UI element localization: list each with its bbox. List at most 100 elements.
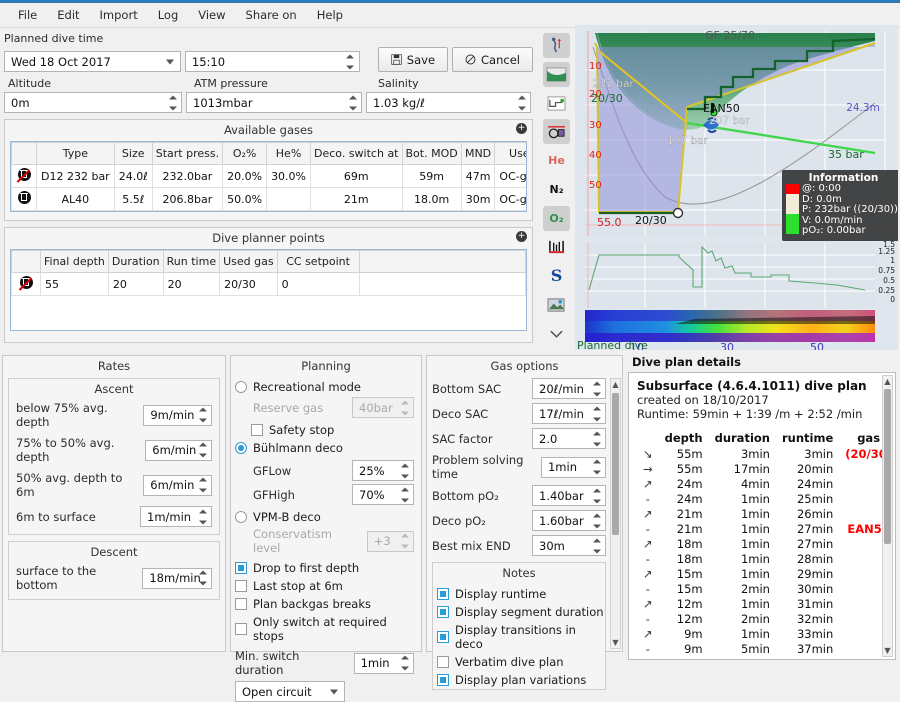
menu-item-import[interactable]: Import xyxy=(90,5,148,25)
ascent-input-3[interactable]: 1m/min xyxy=(140,506,212,527)
gas-row-remove-disabled[interactable] xyxy=(12,165,37,188)
altitude-input[interactable]: 0m xyxy=(4,92,182,113)
deco-sac-input[interactable]: 17ℓ/min xyxy=(532,403,606,424)
table-row[interactable]: AL40 5.5ℓ 206.8bar 50.0% 21m 18.0m 30m O… xyxy=(12,188,528,211)
scroll-up-icon[interactable]: ▲ xyxy=(611,379,620,390)
menu-item-file[interactable]: File xyxy=(8,5,47,25)
pp-used-gas[interactable]: 20/30 xyxy=(220,273,277,296)
gas-row-remove[interactable] xyxy=(12,188,37,211)
gas-use[interactable]: OC-gas xyxy=(495,165,527,188)
only-switch-at-stops-checkbox[interactable]: Only switch at required stops xyxy=(231,613,421,645)
gas-size[interactable]: 5.5ℓ xyxy=(114,188,152,211)
menu-item-share-on[interactable]: Share on xyxy=(236,5,307,25)
tissues-icon[interactable] xyxy=(543,235,570,260)
spinner-icon[interactable] xyxy=(591,381,602,396)
min-switch-duration-input[interactable]: 1min xyxy=(354,653,414,674)
menu-item-log[interactable]: Log xyxy=(148,5,189,25)
bottom-sac-input[interactable]: 20ℓ/min xyxy=(532,378,606,399)
ascent-input-0[interactable]: 9m/min xyxy=(143,405,212,426)
display-transitions-checkbox[interactable]: Display transitions in deco xyxy=(433,621,605,653)
gas-o2[interactable]: 20.0% xyxy=(223,165,267,188)
pp-run-time[interactable]: 20 xyxy=(163,273,219,296)
sac-factor-input[interactable]: 2.0 xyxy=(532,428,606,449)
salinity-input[interactable]: 1.03 kg/ℓ xyxy=(366,92,531,113)
verbatim-dive-plan-checkbox[interactable]: Verbatim dive plan xyxy=(433,653,605,671)
table-row[interactable]: D12 232 bar 24.0ℓ 232.0bar 20.0% 30.0% 6… xyxy=(12,165,528,188)
spinner-icon[interactable] xyxy=(167,95,178,110)
gas-he[interactable] xyxy=(267,188,311,211)
menu-item-view[interactable]: View xyxy=(188,5,235,25)
circuit-mode-combo[interactable]: Open circuit xyxy=(235,681,345,702)
atm-pressure-input[interactable]: 1013mbar xyxy=(186,92,362,113)
pp-final-depth[interactable]: 55 xyxy=(41,273,109,296)
gas-type[interactable]: D12 232 bar xyxy=(37,165,115,188)
spinner-icon[interactable] xyxy=(591,538,602,553)
spinner-icon[interactable] xyxy=(399,463,410,478)
descent-input-0[interactable]: 18m/min xyxy=(142,568,212,589)
dive-time-input[interactable]: 15:10 xyxy=(185,51,360,72)
deco-po2-input[interactable]: 1.60bar xyxy=(532,510,606,531)
o2-icon[interactable]: O₂ xyxy=(543,206,570,231)
plan-backgas-breaks-checkbox[interactable]: Plan backgas breaks xyxy=(231,595,421,613)
spinner-icon[interactable] xyxy=(591,488,602,503)
buhlmann-deco-radio[interactable]: Bühlmann deco xyxy=(231,439,421,457)
spinner-icon[interactable] xyxy=(591,513,602,528)
n2-icon[interactable]: N₂ xyxy=(543,177,570,202)
spinner-icon[interactable] xyxy=(399,487,410,502)
spinner-icon[interactable] xyxy=(591,431,602,446)
subsurface-logo-icon[interactable]: S xyxy=(543,264,570,289)
photos-icon[interactable] xyxy=(543,292,570,317)
details-scrollbar[interactable]: ▲ ▼ xyxy=(882,375,893,657)
delete-icon[interactable] xyxy=(16,191,32,207)
gas-switch[interactable]: 21m xyxy=(311,188,402,211)
dive-plan-details-box[interactable]: Subsurface (4.6.4.1011) dive plan create… xyxy=(628,372,896,660)
display-plan-variations-checkbox[interactable]: Display plan variations xyxy=(433,671,605,689)
scale-icon[interactable] xyxy=(543,33,570,58)
gflow-input[interactable]: 25% xyxy=(352,460,414,481)
gas-switch[interactable]: 69m xyxy=(311,165,402,188)
gas-density-icon[interactable] xyxy=(543,119,570,144)
save-button[interactable]: Save xyxy=(378,47,448,72)
cancel-button[interactable]: Cancel xyxy=(452,47,533,72)
pp-row-remove-disabled[interactable] xyxy=(12,273,41,296)
spinner-icon[interactable] xyxy=(591,460,602,475)
scrollbar-thumb[interactable] xyxy=(884,389,891,544)
spinner-icon[interactable] xyxy=(399,656,410,671)
scroll-down-icon[interactable]: ▼ xyxy=(611,637,620,648)
add-gas-button[interactable]: + xyxy=(516,123,527,134)
spinner-icon[interactable] xyxy=(197,443,208,458)
spinner-icon[interactable] xyxy=(516,95,527,110)
pp-duration[interactable]: 20 xyxy=(108,273,163,296)
recreational-mode-radio[interactable]: Recreational mode xyxy=(231,378,421,396)
gas-he[interactable]: 30.0% xyxy=(267,165,311,188)
table-row[interactable]: 55 20 20 20/30 0 xyxy=(12,273,526,296)
bottom-po2-input[interactable]: 1.40bar xyxy=(532,485,606,506)
spinner-icon[interactable] xyxy=(197,408,208,423)
last-stop-at-6m-checkbox[interactable]: Last stop at 6m xyxy=(231,577,421,595)
gas-options-scrollbar[interactable]: ▲ ▼ xyxy=(610,378,621,649)
gfhigh-input[interactable]: 70% xyxy=(352,484,414,505)
ceiling-icon[interactable] xyxy=(543,62,570,87)
spinner-icon[interactable] xyxy=(197,478,208,493)
scroll-down-icon[interactable]: ▼ xyxy=(883,645,892,656)
gas-start[interactable]: 206.8bar xyxy=(152,188,222,211)
menu-item-help[interactable]: Help xyxy=(307,5,353,25)
display-runtime-checkbox[interactable]: Display runtime xyxy=(433,585,605,603)
safety-stop-checkbox[interactable]: Safety stop xyxy=(231,421,421,439)
ascent-input-2[interactable]: 6m/min xyxy=(143,475,212,496)
spinner-icon[interactable] xyxy=(591,406,602,421)
gas-use[interactable]: OC-gas xyxy=(495,188,527,211)
drop-to-first-depth-checkbox[interactable]: Drop to first depth xyxy=(231,559,421,577)
ascent-input-1[interactable]: 6m/min xyxy=(145,440,212,461)
display-segment-duration-checkbox[interactable]: Display segment duration xyxy=(433,603,605,621)
chevron-down-icon[interactable] xyxy=(543,321,570,346)
problem-solving-time-input[interactable]: 1min xyxy=(541,457,606,478)
dive-date-combo[interactable]: Wed 18 Oct 2017 xyxy=(4,51,181,72)
spinner-icon[interactable] xyxy=(197,509,208,524)
spinner-icon[interactable] xyxy=(345,54,356,69)
gas-start[interactable]: 232.0bar xyxy=(152,165,222,188)
gas-type[interactable]: AL40 xyxy=(37,188,115,211)
spinner-icon[interactable] xyxy=(347,95,358,110)
dive-profile-chart[interactable]: GF 25/70 10 20 30 40 50 55.0 20/30 232 b… xyxy=(575,25,898,350)
pp-cc-setpoint[interactable]: 0 xyxy=(277,273,359,296)
